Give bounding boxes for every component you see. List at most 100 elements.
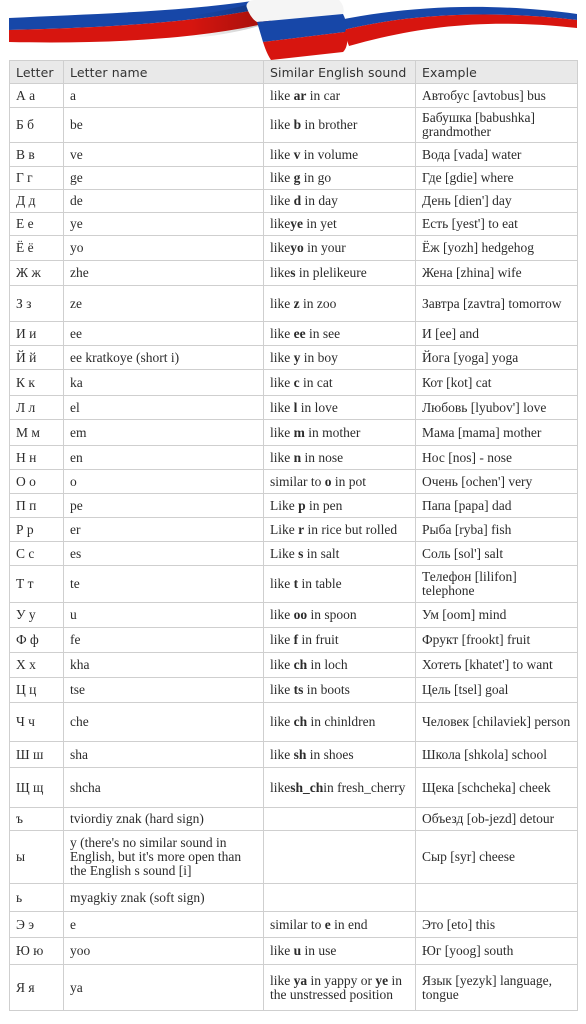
sound-text: Like bbox=[270, 545, 299, 561]
table-row: Ч ч che like ch in chinldren Человек [chila… bbox=[9, 702, 578, 742]
sound-text: in rice but rolled bbox=[304, 521, 398, 537]
sound-highlight: yo bbox=[290, 240, 304, 255]
sound-text: in cat bbox=[299, 374, 333, 390]
cell-letter: З з bbox=[9, 285, 64, 322]
sound-text: in yet bbox=[303, 216, 337, 231]
sound-text: in boy bbox=[300, 349, 338, 365]
cell-similar-sound: Like p in pen bbox=[263, 493, 416, 518]
sound-highlight: ee bbox=[293, 325, 306, 341]
sound-text: like bbox=[270, 657, 294, 672]
cell-similar-sound bbox=[263, 883, 416, 912]
cell-letter: Р р bbox=[9, 517, 64, 542]
table-row: Т т te like t in table Телефон [lilifon] te… bbox=[9, 565, 578, 603]
cell-similar-sound bbox=[263, 807, 416, 831]
cell-similar-sound: likes in plelikeure bbox=[263, 260, 416, 286]
sound-text: like bbox=[270, 325, 294, 341]
sound-highlight: o bbox=[324, 473, 332, 489]
sound-text: like bbox=[270, 265, 291, 280]
sound-text: in chinldren bbox=[307, 714, 376, 729]
cell-letter-name: kha bbox=[63, 652, 264, 678]
table-header-row: Letter Letter name Similar English sound… bbox=[9, 60, 578, 84]
sound-text: in fruit bbox=[298, 632, 339, 647]
cell-example: Человек [chilaviek] person bbox=[415, 702, 578, 742]
table-row: У у u like oo in spoon Ум [oom] mind bbox=[9, 602, 578, 628]
cell-letter: ы bbox=[9, 830, 64, 884]
cell-letter-name: shcha bbox=[63, 767, 264, 808]
cell-letter: Й й bbox=[9, 345, 64, 370]
cell-letter-name: te bbox=[63, 565, 264, 603]
cell-letter: Ж ж bbox=[9, 260, 64, 286]
cell-example: Где [gdie] where bbox=[415, 166, 578, 190]
cell-letter: Д д bbox=[9, 189, 64, 213]
cell-similar-sound: like oo in spoon bbox=[263, 602, 416, 628]
cell-similar-sound: like ch in chinldren bbox=[263, 702, 416, 742]
cell-similar-sound: like sh in shoes bbox=[263, 741, 416, 768]
sound-text: like bbox=[270, 607, 294, 622]
sound-text: in plelikeure bbox=[295, 265, 367, 280]
cell-letter: Л л bbox=[9, 395, 64, 420]
cell-letter: А а bbox=[9, 83, 64, 108]
sound-text: like bbox=[270, 87, 294, 103]
sound-highlight: n bbox=[293, 449, 302, 465]
cell-letter-name: el bbox=[63, 395, 264, 420]
cell-letter: М м bbox=[9, 419, 64, 446]
table-row: Л л el like l in love Любовь [lyubov'] love bbox=[9, 395, 578, 420]
cell-letter-name: es bbox=[63, 541, 264, 566]
cell-example: Очень [ochen'] very bbox=[415, 469, 578, 494]
cell-similar-sound: like z in zoo bbox=[263, 285, 416, 322]
cell-example: День [dien'] day bbox=[415, 189, 578, 213]
sound-text: like bbox=[270, 632, 294, 647]
table-row: Х х kha like ch in loch Хотеть [khatet'] to… bbox=[9, 652, 578, 678]
table-row: Ц ц tse like ts in boots Цель [tsel] goal bbox=[9, 677, 578, 703]
cell-letter-name: ye bbox=[63, 212, 264, 236]
sound-text: in volume bbox=[300, 146, 359, 162]
cell-letter: Е е bbox=[9, 212, 64, 236]
sound-text: in go bbox=[300, 170, 332, 185]
cell-similar-sound: like ya in yappy or ye in the unstressed… bbox=[263, 964, 416, 1011]
sound-highlight: b bbox=[293, 117, 302, 132]
cell-letter: Т т bbox=[9, 565, 64, 603]
cell-letter-name: en bbox=[63, 445, 264, 470]
cell-similar-sound: like c in cat bbox=[263, 369, 416, 396]
cell-letter-name: yo bbox=[63, 235, 264, 261]
sound-text: in day bbox=[301, 193, 338, 208]
cell-letter-name: be bbox=[63, 107, 264, 143]
cell-similar-sound: like m in mother bbox=[263, 419, 416, 446]
sound-text: in yappy or bbox=[307, 972, 376, 988]
sound-text: like bbox=[270, 424, 294, 440]
table-row: А а a like ar in car Автобус [avtobus] bus bbox=[9, 83, 578, 108]
cell-similar-sound: likesh_chin fresh_cherry bbox=[263, 767, 416, 808]
cell-example: Цель [tsel] goal bbox=[415, 677, 578, 703]
cell-letter-name: ee kratkoye (short i) bbox=[63, 345, 264, 370]
cell-example: Соль [sol'] salt bbox=[415, 541, 578, 566]
cell-letter: Ц ц bbox=[9, 677, 64, 703]
sound-text: like bbox=[270, 295, 294, 311]
cell-letter-name: fe bbox=[63, 627, 264, 653]
sound-text: like bbox=[270, 779, 291, 795]
sound-text: in use bbox=[301, 943, 337, 958]
cell-example: Сыр [syr] cheese bbox=[415, 830, 578, 884]
cell-example: Любовь [lyubov'] love bbox=[415, 395, 578, 420]
cell-letter-name: em bbox=[63, 419, 264, 446]
sound-text: like bbox=[270, 746, 294, 762]
sound-text: in love bbox=[297, 399, 338, 415]
cell-letter: ь bbox=[9, 883, 64, 912]
sound-text: like bbox=[270, 972, 294, 988]
table-row: Р р er Like r in rice but rolled Рыба [ryba… bbox=[9, 517, 578, 542]
cell-similar-sound: like ts in boots bbox=[263, 677, 416, 703]
sound-text: in fresh_cherry bbox=[323, 779, 406, 795]
russian-flag-ribbon-icon bbox=[9, 0, 577, 60]
cell-letter-name: o bbox=[63, 469, 264, 494]
sound-text: in spoon bbox=[307, 607, 357, 622]
cell-letter-name: e bbox=[63, 911, 264, 938]
cell-example bbox=[415, 883, 578, 912]
sound-highlight: ch bbox=[293, 657, 308, 672]
table-row: Э э e similar to e in end Это [eto] this bbox=[9, 911, 578, 938]
sound-text: Like bbox=[270, 497, 299, 513]
sound-text: in end bbox=[330, 916, 368, 932]
cell-similar-sound: Like s in salt bbox=[263, 541, 416, 566]
cell-letter-name: ge bbox=[63, 166, 264, 190]
cell-similar-sound: like b in brother bbox=[263, 107, 416, 143]
cell-example: Кот [kot] cat bbox=[415, 369, 578, 396]
cell-similar-sound: like u in use bbox=[263, 937, 416, 965]
